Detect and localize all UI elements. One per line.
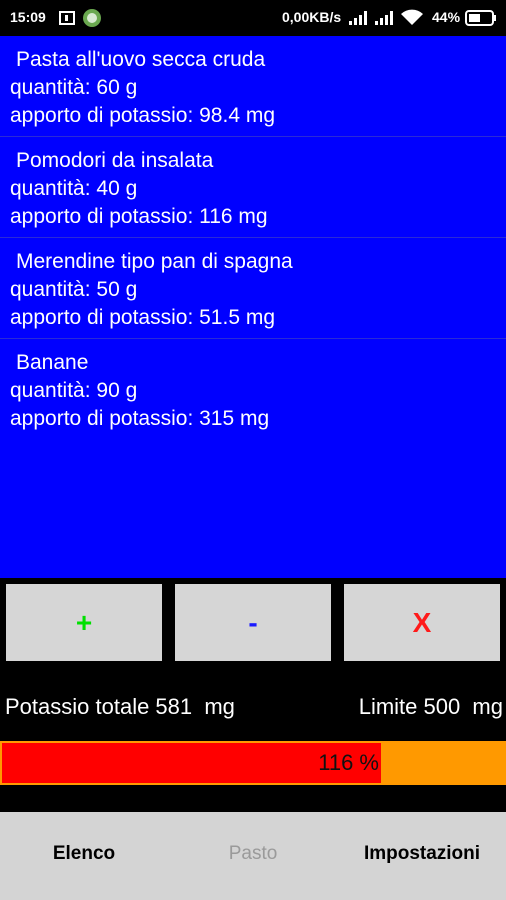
app-notification-icon: [82, 8, 102, 33]
potassium-total: Potassio totale 581 mg: [5, 694, 235, 719]
list-item[interactable]: Banane quantità: 90 g apporto di potassi…: [0, 339, 506, 440]
list-item[interactable]: Merendine tipo pan di spagna quantità: 5…: [0, 238, 506, 339]
battery-percent: 44%: [432, 9, 461, 25]
food-name: Pomodori da insalata: [16, 149, 214, 172]
list-item[interactable]: Pasta all'uovo secca cruda quantità: 60 …: [0, 36, 506, 137]
add-button[interactable]: +: [6, 584, 162, 661]
food-potassium: apporto di potassio: 98.4 mg: [10, 104, 276, 127]
food-name: Pasta all'uovo secca cruda: [16, 48, 266, 71]
tab-elenco[interactable]: Elenco: [0, 812, 168, 900]
tab-pasto[interactable]: Pasto: [168, 812, 338, 900]
food-quantity: quantità: 50 g: [10, 278, 138, 301]
signal-icon: [349, 11, 367, 30]
signal-icon-2: [375, 11, 393, 30]
food-quantity: quantità: 90 g: [10, 379, 138, 402]
food-name: Banane: [16, 351, 89, 374]
bottom-navigation: Elenco Pasto Impostazioni: [0, 812, 506, 900]
list-item[interactable]: Pomodori da insalata quantità: 40 g appo…: [0, 137, 506, 238]
tab-impostazioni[interactable]: Impostazioni: [338, 812, 506, 900]
food-quantity: quantità: 40 g: [10, 177, 138, 200]
remove-button[interactable]: -: [175, 584, 331, 661]
progress-percent-label: 116 %: [318, 750, 379, 775]
notification-icon: [59, 11, 75, 30]
food-potassium: apporto di potassio: 315 mg: [10, 407, 270, 430]
potassium-limit: Limite 500 mg: [358, 694, 503, 719]
status-bar: 15:09 0,00KB/s 44%: [0, 0, 506, 36]
food-potassium: apporto di potassio: 51.5 mg: [10, 306, 276, 329]
wifi-icon: [401, 9, 423, 31]
battery-icon: [465, 10, 497, 31]
food-name: Merendine tipo pan di spagna: [16, 250, 293, 273]
clear-button[interactable]: X: [344, 584, 500, 661]
food-list[interactable]: Pasta all'uovo secca cruda quantità: 60 …: [0, 36, 506, 578]
food-potassium: apporto di potassio: 116 mg: [10, 205, 268, 228]
potassium-progress-bar: 116 %: [0, 741, 506, 785]
status-time: 15:09: [10, 9, 46, 25]
network-speed: 0,00KB/s: [282, 9, 342, 25]
food-quantity: quantità: 60 g: [10, 76, 138, 99]
